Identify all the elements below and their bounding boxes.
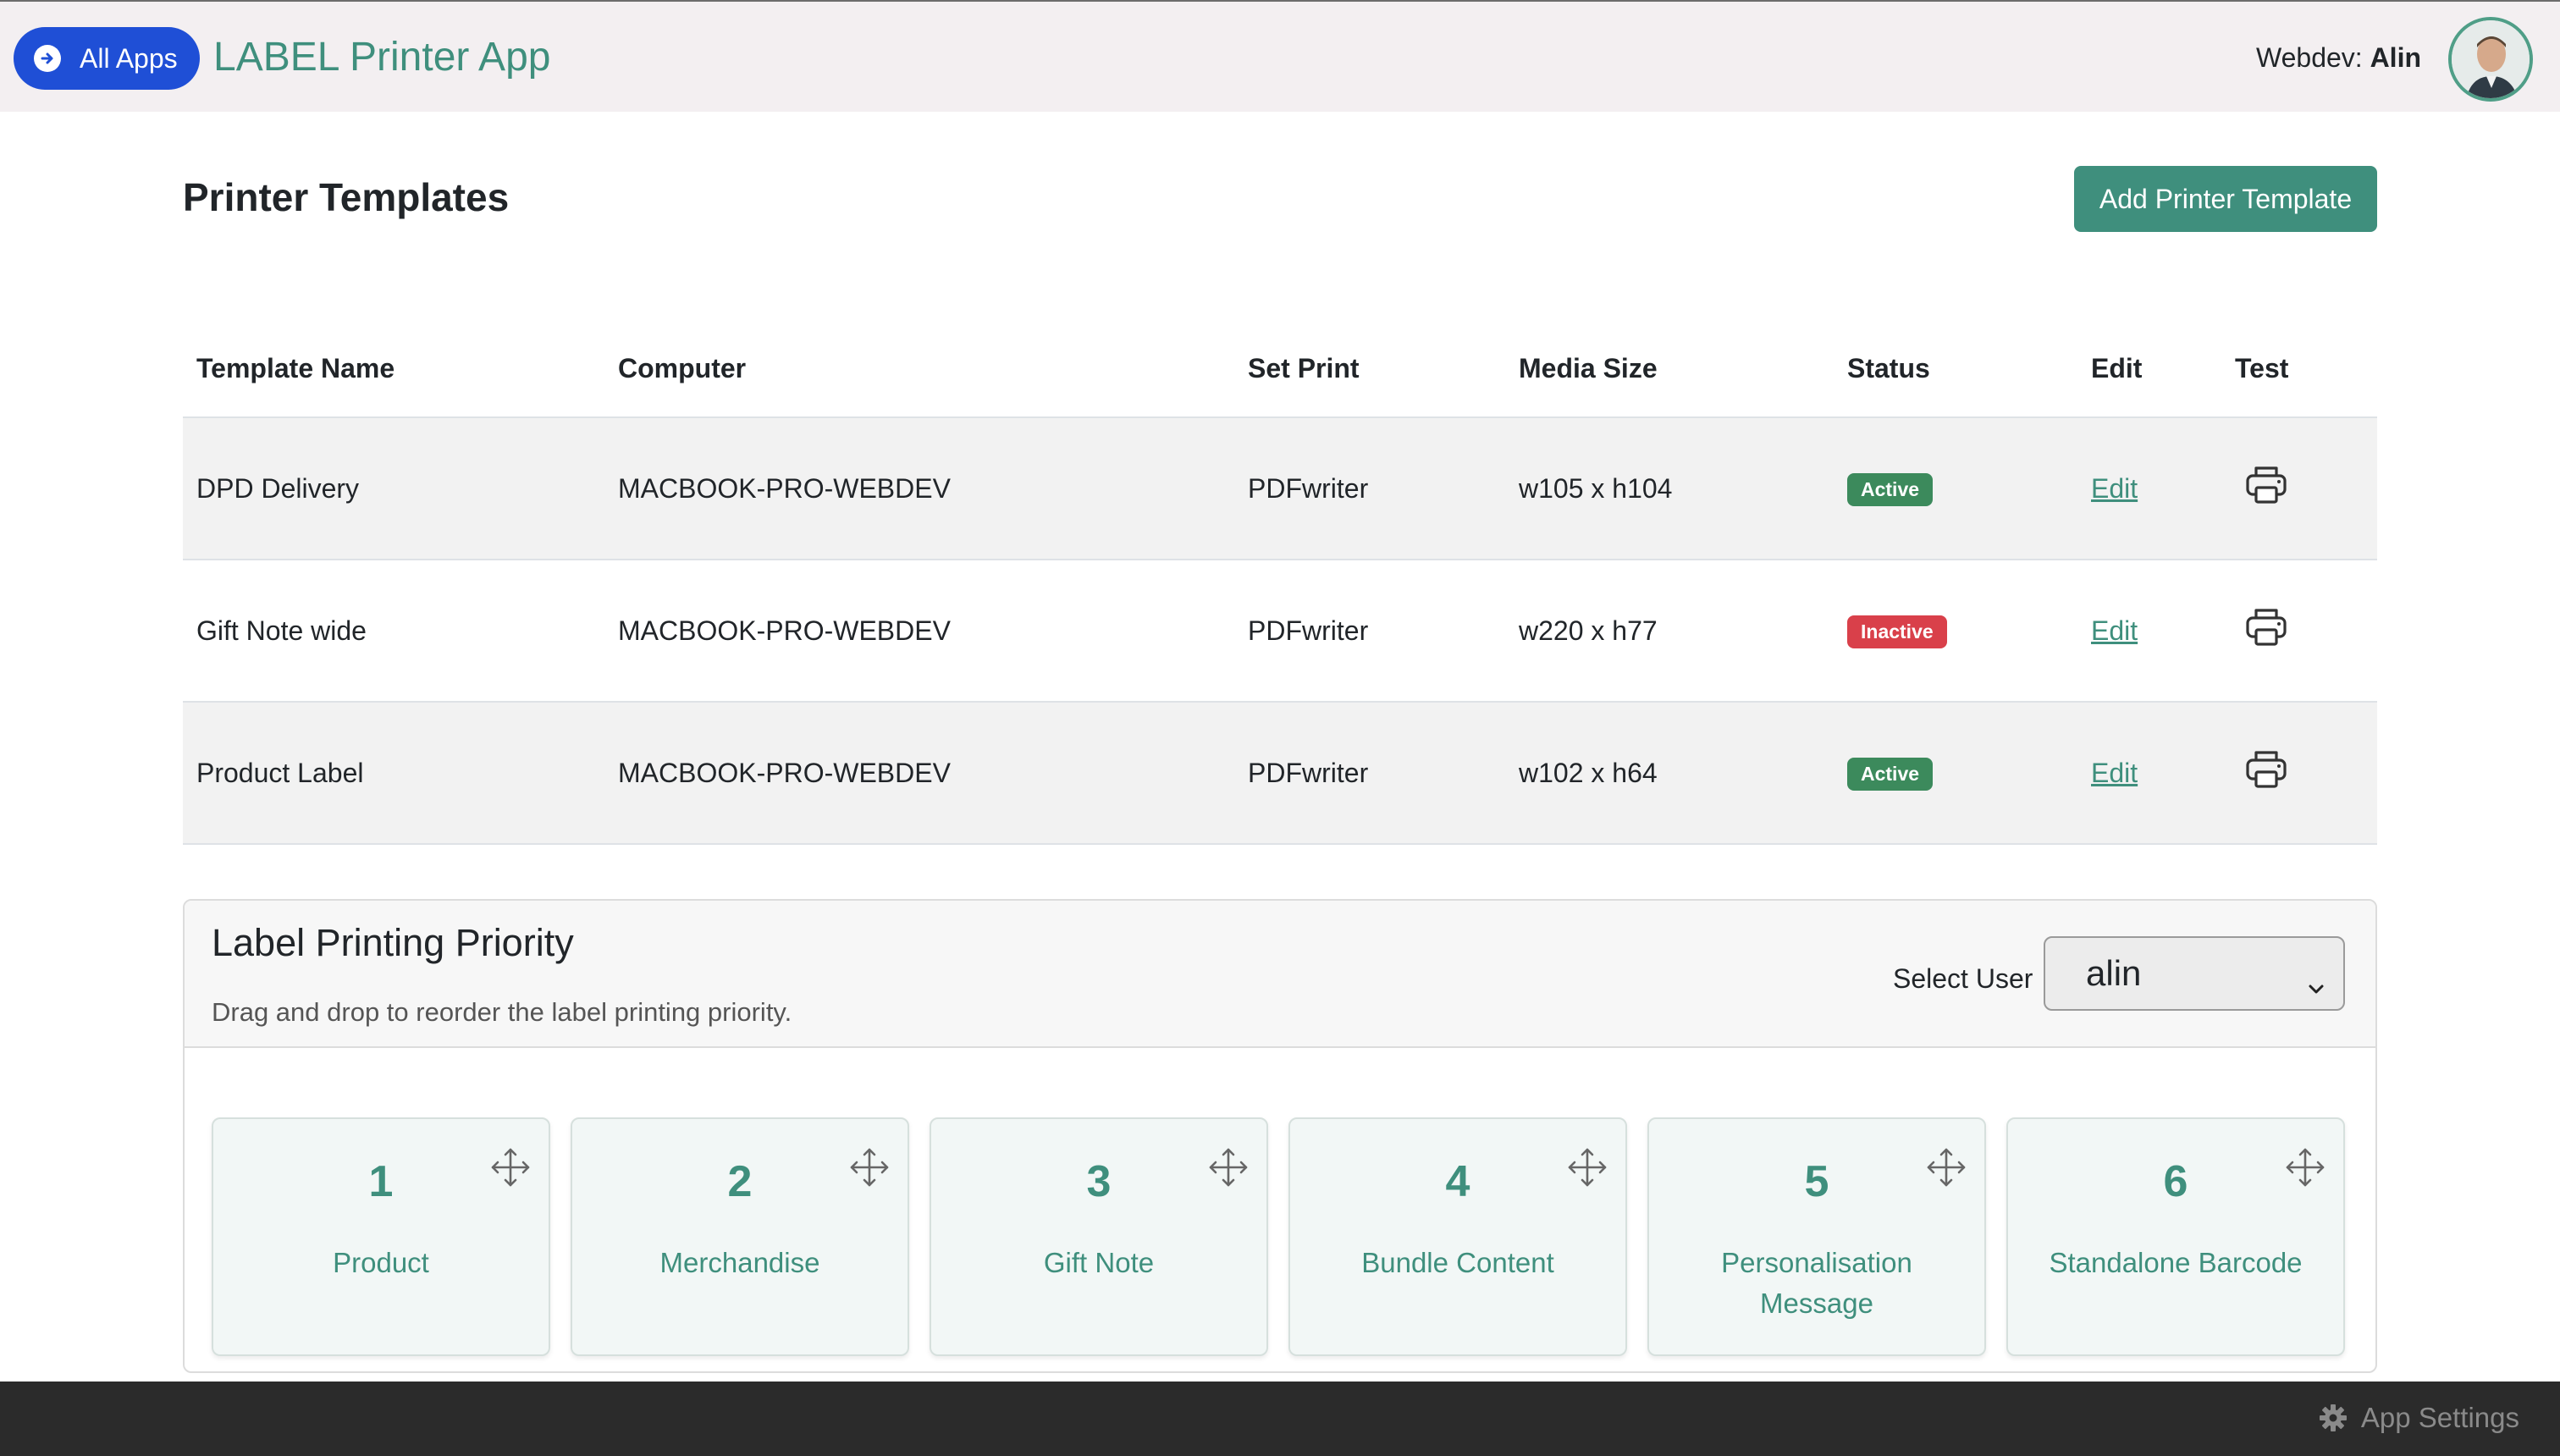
table-row: Product Label MACBOOK-PRO-WEBDEV PDFwrit… (183, 703, 2377, 845)
gear-icon (2319, 1404, 2347, 1431)
priority-label: Gift Note (1043, 1247, 1155, 1278)
col-computer: Computer (618, 352, 747, 383)
user-label: Webdev: Alin (2256, 42, 2421, 74)
status-cell: Inactive (1834, 614, 2077, 648)
edit-link[interactable]: Edit (2091, 758, 2138, 788)
move-icon[interactable] (1923, 1144, 1969, 1190)
top-bar: All Apps LABEL Printer App Webdev: Alin (0, 0, 2560, 112)
set-print: PDFwriter (1248, 757, 1369, 788)
computer-name: MACBOOK-PRO-WEBDEV (618, 757, 951, 788)
app-settings-label: App Settings (2360, 1402, 2519, 1433)
priority-item-gift-note[interactable]: 3 Gift Note (930, 1117, 1268, 1356)
status-cell: Active (1834, 472, 2077, 506)
select-user-value: alin (2086, 953, 2142, 993)
page-title: Printer Templates (183, 175, 510, 219)
edit-cell: Edit (2077, 615, 2221, 647)
status-badge: Active (1847, 757, 1934, 791)
priority-item-standalone-barcode[interactable]: 6 Standalone Barcode (2006, 1117, 2345, 1356)
priority-label: Personalisation Message (1721, 1247, 1912, 1319)
user-prefix: Webdev: (2255, 42, 2363, 73)
priority-item-personalisation-message[interactable]: 5 Personalisation Message (1647, 1117, 1986, 1356)
table-row: DPD Delivery MACBOOK-PRO-WEBDEV PDFwrite… (183, 418, 2377, 560)
avatar[interactable] (2448, 17, 2533, 102)
status-badge: Inactive (1847, 615, 1947, 648)
col-edit: Edit (2091, 352, 2143, 383)
col-test: Test (2235, 352, 2289, 383)
priority-label: Product (333, 1247, 429, 1278)
test-cell (2221, 464, 2377, 513)
priority-label: Bundle Content (1361, 1247, 1554, 1278)
chevron-down-icon (2308, 963, 2325, 1004)
edit-link[interactable]: Edit (2091, 615, 2138, 646)
user-avatar-icon (2452, 20, 2530, 98)
move-icon[interactable] (2282, 1144, 2328, 1190)
edit-cell: Edit (2077, 473, 2221, 505)
edit-cell: Edit (2077, 758, 2221, 789)
media-size: w105 x h104 (1519, 472, 1673, 504)
all-apps-button[interactable]: All Apps (14, 27, 200, 90)
all-apps-label: All Apps (80, 42, 178, 74)
select-user-dropdown[interactable]: alin (2044, 936, 2345, 1011)
computer-name: MACBOOK-PRO-WEBDEV (618, 615, 951, 646)
test-cell (2221, 606, 2377, 655)
footer-bar: App Settings (0, 1382, 2560, 1456)
priority-subtitle: Drag and drop to reorder the label print… (212, 997, 792, 1027)
printer-templates-table: Template Name Computer Set Print Media S… (183, 320, 2377, 845)
computer-name: MACBOOK-PRO-WEBDEV (618, 472, 951, 504)
priority-label: Merchandise (659, 1247, 820, 1278)
test-cell (2221, 748, 2377, 797)
user-name: Alin (2370, 42, 2421, 73)
add-printer-template-button[interactable]: Add Printer Template (2074, 166, 2377, 232)
priority-item-merchandise[interactable]: 2 Merchandise (571, 1117, 909, 1356)
table-header: Template Name Computer Set Print Media S… (183, 320, 2377, 418)
set-print: PDFwriter (1248, 615, 1369, 646)
priority-title: Label Printing Priority (212, 921, 574, 964)
move-icon[interactable] (1564, 1144, 1610, 1190)
edit-link[interactable]: Edit (2091, 473, 2138, 504)
label-printing-priority-card: Label Printing Priority Drag and drop to… (183, 899, 2377, 1373)
move-icon[interactable] (488, 1144, 533, 1190)
move-icon[interactable] (1206, 1144, 1251, 1190)
priority-card-header: Label Printing Priority Drag and drop to… (185, 901, 2375, 1048)
col-media-size: Media Size (1519, 352, 1658, 383)
media-size: w220 x h77 (1519, 615, 1658, 646)
arrow-circle-icon (34, 45, 61, 72)
printer-icon[interactable] (2243, 748, 2289, 791)
template-name: Gift Note wide (196, 615, 367, 646)
template-name: DPD Delivery (196, 472, 360, 504)
template-name: Product Label (196, 757, 364, 788)
set-print: PDFwriter (1248, 472, 1369, 504)
printer-icon[interactable] (2243, 606, 2289, 648)
app-settings-button[interactable]: App Settings (2319, 1402, 2519, 1434)
printer-icon[interactable] (2243, 464, 2289, 506)
col-status: Status (1847, 352, 1930, 383)
move-icon[interactable] (847, 1144, 892, 1190)
table-row: Gift Note wide MACBOOK-PRO-WEBDEV PDFwri… (183, 560, 2377, 703)
status-cell: Active (1834, 756, 2077, 791)
media-size: w102 x h64 (1519, 757, 1658, 788)
col-template-name: Template Name (196, 352, 395, 383)
status-badge: Active (1847, 472, 1934, 506)
priority-item-bundle-content[interactable]: 4 Bundle Content (1288, 1117, 1627, 1356)
priority-label: Standalone Barcode (2049, 1247, 2303, 1278)
priority-item-product[interactable]: 1 Product (212, 1117, 550, 1356)
select-user-label: Select User (1893, 963, 2033, 994)
app-title: LABEL Printer App (213, 35, 551, 80)
col-set-print: Set Print (1248, 352, 1360, 383)
